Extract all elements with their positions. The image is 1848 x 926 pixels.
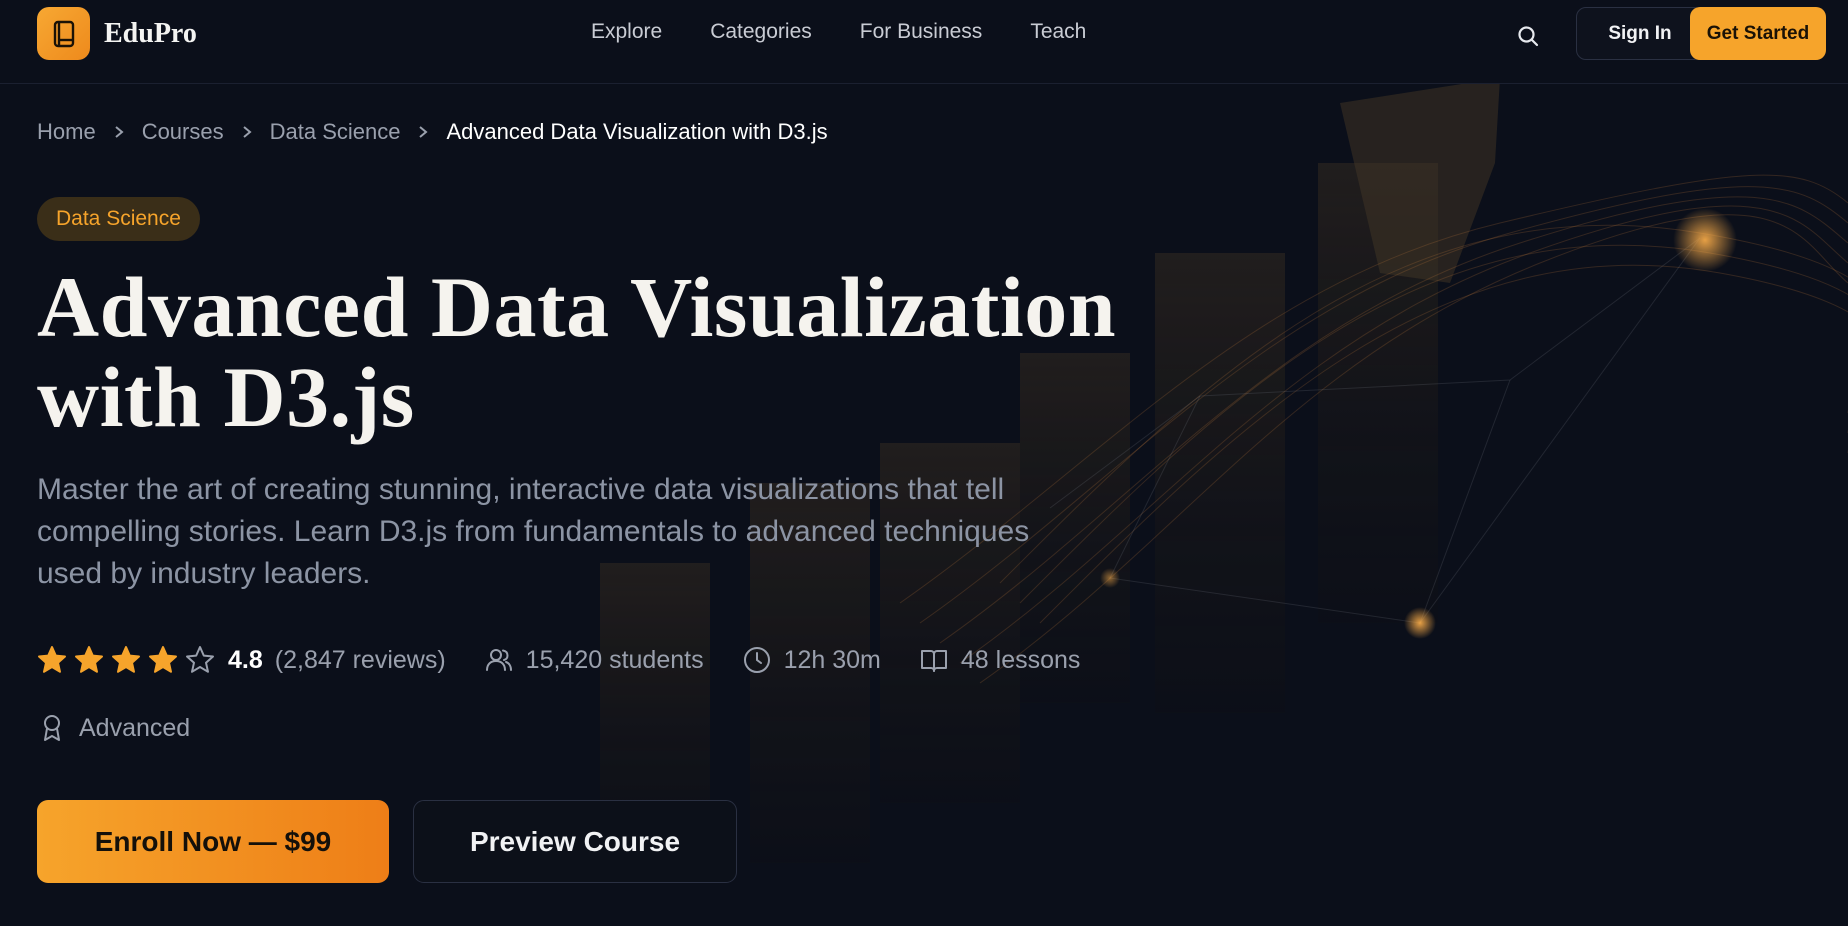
top-navbar: EduPro Explore Categories For Business T… [0, 0, 1848, 84]
course-description: Master the art of creating stunning, int… [37, 473, 1030, 590]
book-icon [37, 7, 90, 60]
breadcrumb-data-science[interactable]: Data Science [270, 119, 401, 145]
lessons-info: 48 lessons [919, 645, 1081, 675]
star-empty-icon [185, 645, 215, 675]
course-meta: 4.8 (2,847 reviews) 15,420 students 12h … [37, 641, 1080, 679]
nav-link-teach[interactable]: Teach [1030, 20, 1086, 44]
main-nav: Explore Categories For Business Teach [591, 20, 1086, 44]
star-filled-icon [148, 645, 178, 675]
enroll-now-button[interactable]: Enroll Now — $99 [37, 800, 389, 883]
clock-icon [742, 645, 772, 675]
reviews-count[interactable]: (2,847 reviews) [275, 646, 446, 675]
level-value: Advanced [79, 713, 191, 742]
star-filled-icon [37, 645, 67, 675]
course-title: Advanced Data Visualization with D3.js [37, 262, 1237, 442]
nav-link-categories[interactable]: Categories [710, 20, 812, 44]
nav-link-explore[interactable]: Explore [591, 20, 662, 44]
nav-link-for-business[interactable]: For Business [860, 20, 983, 44]
chevron-right-icon [224, 125, 270, 139]
star-filled-icon [111, 645, 141, 675]
students-count: 15,420 students [525, 645, 704, 674]
rating-stars [37, 645, 215, 675]
award-icon [37, 713, 67, 743]
preview-course-button[interactable]: Preview Course [413, 800, 737, 883]
duration-value: 12h 30m [783, 645, 881, 674]
lessons-count: 48 lessons [960, 645, 1081, 674]
users-icon [484, 645, 514, 675]
get-started-button[interactable]: Get Started [1690, 7, 1826, 60]
star-filled-icon [74, 645, 104, 675]
category-badge: Data Science [37, 197, 200, 241]
breadcrumb-home[interactable]: Home [37, 119, 96, 145]
brand-name: EduPro [104, 17, 197, 49]
search-icon[interactable] [1512, 20, 1544, 52]
open-book-icon [919, 645, 949, 675]
duration-info: 12h 30m [742, 645, 881, 675]
chevron-right-icon [400, 125, 446, 139]
breadcrumb-current: Advanced Data Visualization with D3.js [446, 119, 828, 144]
sign-in-button[interactable]: Sign In [1576, 7, 1704, 60]
course-title-line1: Advanced Data Visualization [37, 259, 1117, 355]
level-info: Advanced [37, 713, 190, 743]
rating-value: 4.8 [228, 645, 263, 674]
breadcrumb: Home Courses Data Science Advanced Data … [37, 119, 828, 145]
brand-logo[interactable]: EduPro [37, 7, 197, 60]
chevron-right-icon [96, 125, 142, 139]
course-title-line2: with D3.js [37, 349, 415, 445]
students-info: 15,420 students [484, 645, 704, 675]
breadcrumb-courses[interactable]: Courses [142, 119, 224, 145]
